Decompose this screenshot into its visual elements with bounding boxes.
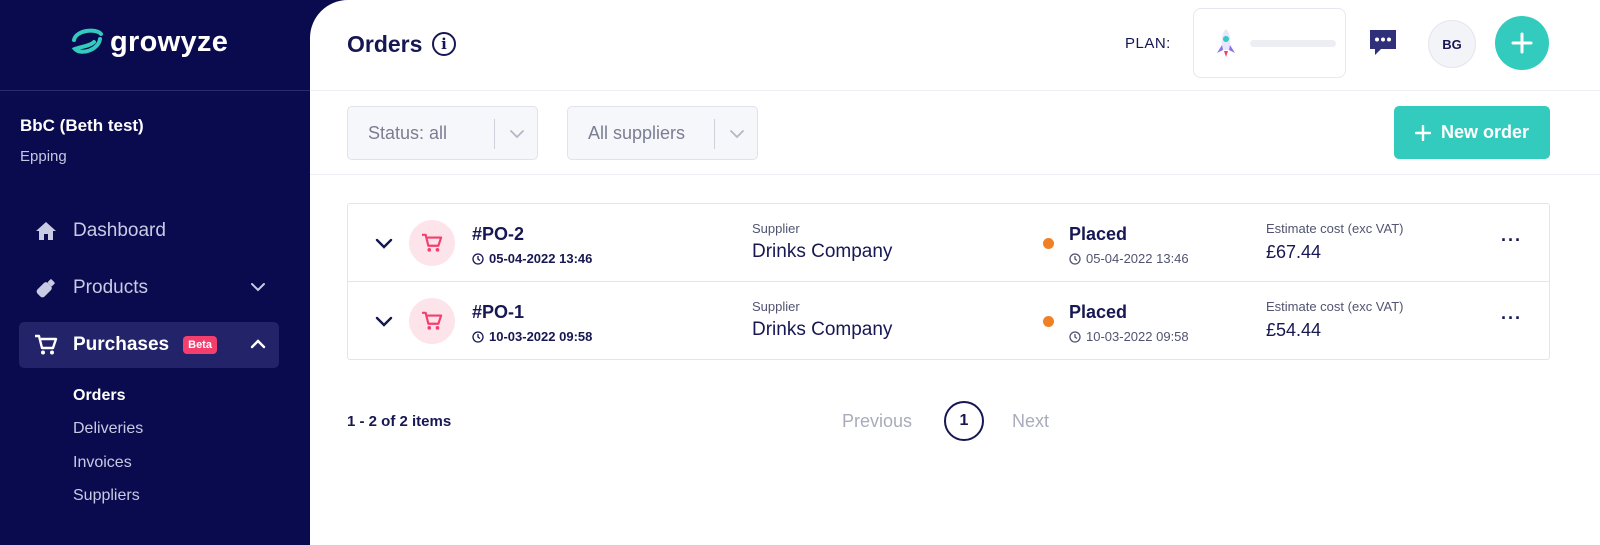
chevron-down-icon[interactable] (374, 233, 394, 253)
info-icon[interactable]: i (432, 32, 456, 56)
sidebar-subitem-invoices[interactable]: Invoices (73, 454, 132, 472)
status-dot (1043, 316, 1054, 327)
status-date: 05-04-2022 13:46 (1069, 251, 1189, 266)
chevron-down-icon[interactable] (374, 311, 394, 331)
order-number[interactable]: #PO-1 (472, 302, 524, 323)
chevron-up-icon (250, 339, 266, 349)
sidebar-subitem-suppliers[interactable]: Suppliers (73, 487, 140, 505)
new-order-label: New order (1440, 122, 1530, 142)
status-date-value: 05-04-2022 13:46 (1086, 251, 1189, 266)
chevron-down-icon (510, 130, 524, 139)
select-separator (494, 119, 495, 149)
home-icon (19, 220, 73, 242)
order-cost: £54.44 (1266, 320, 1322, 340)
plan-card[interactable] (1193, 8, 1346, 78)
table-row[interactable]: #PO-1 10-03-2022 09:58 Supplier Drinks C… (348, 282, 1549, 360)
sidebar-item-label: Dashboard (73, 220, 166, 241)
order-cart-icon (409, 298, 455, 344)
orders-table: #PO-2 05-04-2022 13:46 Supplier Drinks C… (347, 203, 1550, 360)
order-status: Placed (1069, 302, 1128, 322)
order-created-date: 10-03-2022 09:58 (489, 329, 593, 344)
account-name[interactable]: BbC (Beth test) (20, 116, 144, 136)
cost-label: Estimate cost (exc VAT) (1266, 221, 1404, 236)
account-location: Epping (20, 148, 67, 165)
sidebar-item-dashboard[interactable]: Dashboard (19, 208, 279, 254)
supplier-label: Supplier (752, 299, 800, 314)
filter-divider (310, 174, 1600, 175)
sidebar-item-label: Products (73, 277, 148, 298)
supplier-filter-value: All suppliers (588, 122, 686, 143)
new-order-button[interactable]: New order (1394, 106, 1550, 159)
chevron-down-icon (251, 283, 265, 292)
more-options-icon[interactable]: ··· (1501, 308, 1522, 329)
order-created: 10-03-2022 09:58 (472, 329, 592, 344)
plan-progress-bar (1250, 40, 1336, 47)
avatar[interactable]: BG (1428, 20, 1476, 68)
cart-icon (19, 334, 73, 356)
pagination-page-1[interactable]: 1 (944, 401, 984, 441)
page-title: Orders (347, 31, 423, 57)
order-cart-icon (409, 220, 455, 266)
sidebar-subitem-deliveries[interactable]: Deliveries (73, 420, 143, 438)
chevron-down-icon (730, 130, 744, 139)
status-date: 10-03-2022 09:58 (1069, 329, 1189, 344)
header-divider (310, 90, 1600, 91)
sidebar-divider (0, 90, 330, 91)
plus-icon (1414, 124, 1431, 141)
order-created-date: 05-04-2022 13:46 (489, 251, 593, 266)
sidebar: growyze BbC (Beth test) Epping Dashboard… (0, 0, 330, 545)
brand-logo[interactable]: growyze (70, 24, 228, 60)
growyze-logo-icon (71, 28, 103, 54)
supplier-name[interactable]: Drinks Company (752, 319, 892, 341)
sidebar-item-label: Purchases (73, 334, 170, 355)
supplier-filter-select[interactable]: All suppliers (567, 106, 758, 160)
clock-icon (1069, 330, 1081, 343)
order-cost: £67.44 (1266, 242, 1322, 262)
plus-icon (1511, 32, 1533, 54)
quick-add-button[interactable] (1495, 16, 1549, 70)
supplier-label: Supplier (752, 221, 800, 236)
sidebar-item-products[interactable]: Products (19, 265, 279, 311)
table-row[interactable]: #PO-2 05-04-2022 13:46 Supplier Drinks C… (348, 204, 1549, 282)
pagination-summary: 1 - 2 of 2 items (347, 413, 452, 430)
order-number[interactable]: #PO-2 (472, 224, 524, 245)
status-filter-select[interactable]: Status: all (347, 106, 538, 160)
pagination-previous[interactable]: Previous (842, 411, 912, 432)
rocket-icon (1217, 29, 1235, 57)
sidebar-subitem-orders[interactable]: Orders (73, 387, 125, 405)
clock-icon (472, 330, 484, 343)
cost-label: Estimate cost (exc VAT) (1266, 299, 1404, 314)
brand-name: growyze (110, 25, 229, 58)
supplier-name[interactable]: Drinks Company (752, 241, 892, 263)
plan-label: PLAN: (1125, 35, 1171, 52)
status-filter-value: Status: all (368, 122, 448, 143)
order-status: Placed (1069, 224, 1128, 244)
pagination-next[interactable]: Next (1012, 411, 1049, 432)
order-created: 05-04-2022 13:46 (472, 251, 592, 266)
bottle-icon (19, 277, 73, 299)
sidebar-item-purchases[interactable]: Purchases Beta (19, 322, 279, 368)
status-dot (1043, 238, 1054, 249)
clock-icon (472, 252, 484, 265)
beta-badge: Beta (183, 336, 217, 354)
more-options-icon[interactable]: ··· (1501, 230, 1522, 251)
clock-icon (1069, 252, 1081, 265)
status-date-value: 10-03-2022 09:58 (1086, 329, 1189, 344)
select-separator (714, 119, 715, 149)
main-panel: Orders i PLAN: BG Status: all All suppli… (310, 0, 1600, 545)
chat-icon[interactable] (1367, 26, 1399, 58)
